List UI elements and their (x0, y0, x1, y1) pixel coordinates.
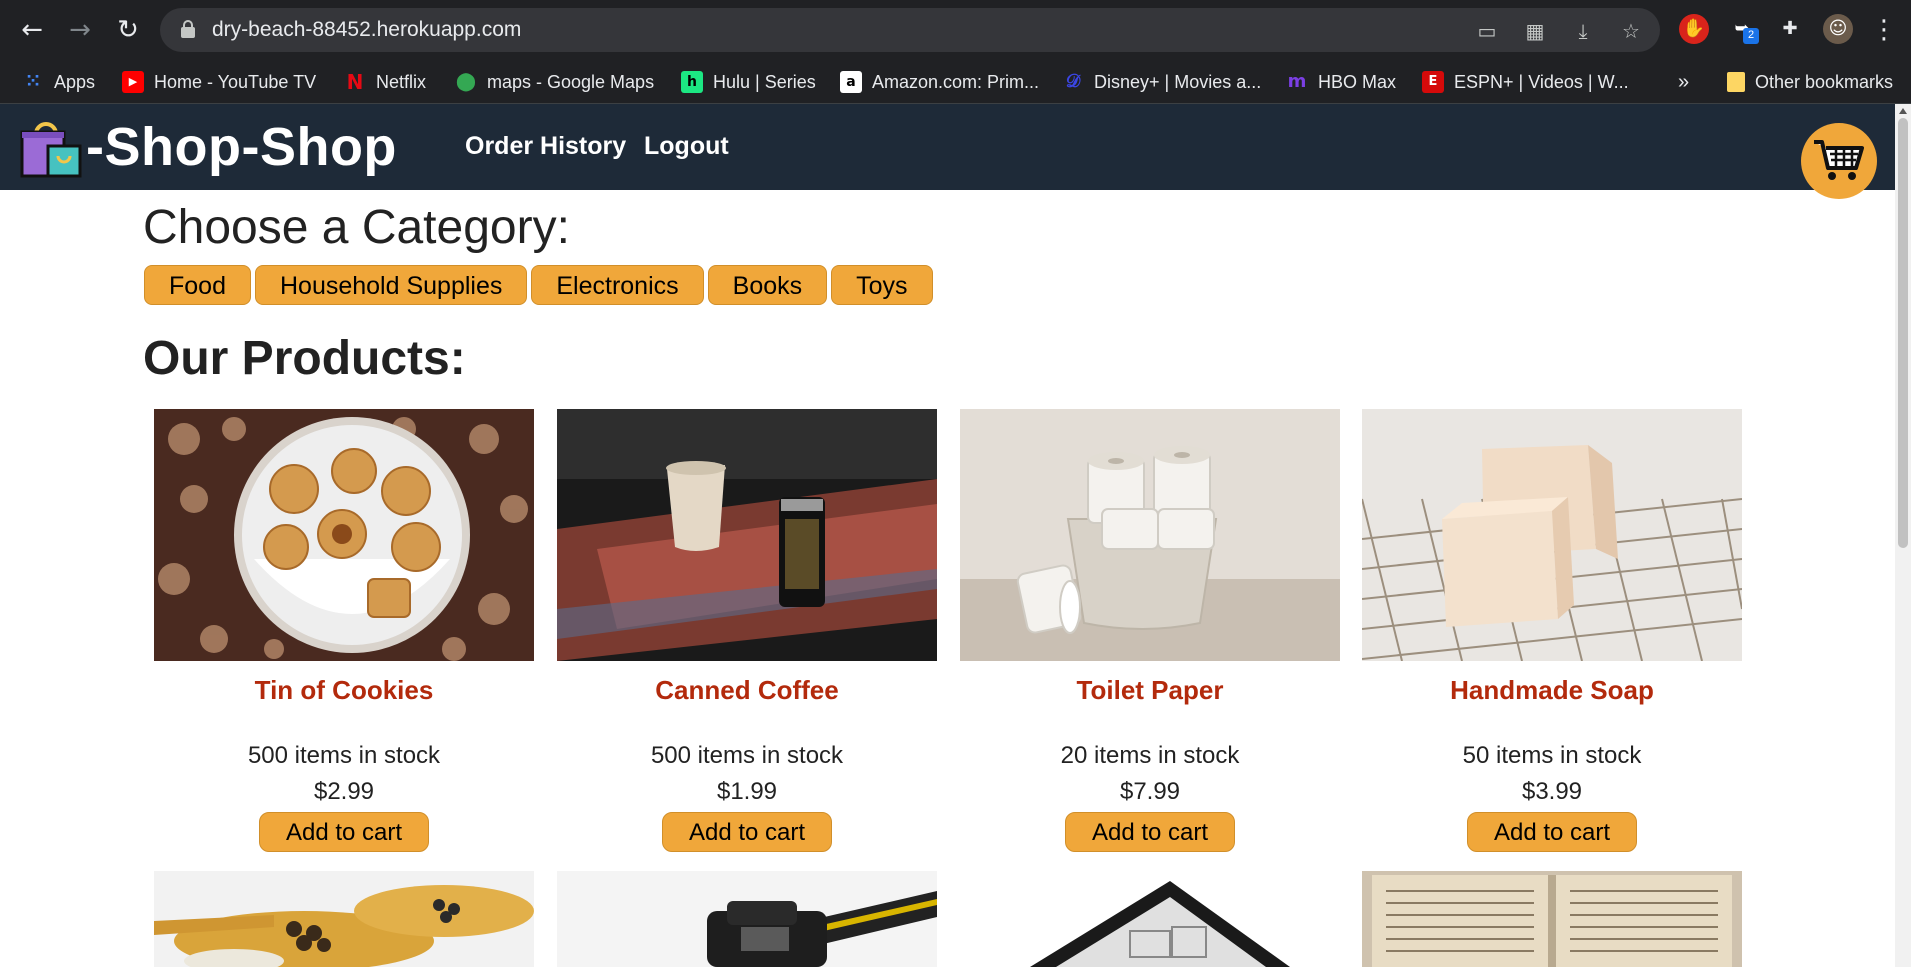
logo-text: -Shop-Shop (86, 117, 397, 177)
folder-icon (1727, 72, 1745, 92)
shopping-bag-icon (20, 122, 82, 178)
product-image-camera[interactable] (557, 871, 937, 967)
product-price: $3.99 (1521, 778, 1583, 805)
bookmark-label: Other bookmarks (1755, 71, 1894, 92)
adblock-extension-icon[interactable]: ✋ (1679, 14, 1709, 44)
product-stock: 500 items in stock (650, 742, 844, 769)
bookmark-espn[interactable]: E ESPN+ | Videos | W... (1422, 60, 1629, 104)
bookmark-label: Hulu | Series (713, 71, 816, 92)
browser-toolbar: ← → ↻ dry-beach-88452.herokuapp.com ▭ ▦ … (0, 0, 1911, 60)
bookmark-label: maps - Google Maps (487, 71, 655, 92)
product-image-coffee[interactable] (557, 409, 937, 661)
app-header: -Shop-Shop Order History Logout (0, 104, 1895, 190)
product-card: Handmade Soap 50 items in stock $3.99 Ad… (1362, 409, 1742, 852)
product-card: Toilet Paper 20 items in stock $7.99 Add… (960, 409, 1340, 852)
forward-icon[interactable]: → (64, 14, 96, 46)
add-to-cart-button[interactable]: Add to cart (661, 812, 833, 852)
cast-icon[interactable]: ▭ (1476, 20, 1498, 42)
bookmark-label: Netflix (376, 71, 427, 92)
products-heading: Our Products: (143, 332, 466, 385)
bookmark-label: Apps (54, 71, 96, 92)
bookmark-hulu[interactable]: h Hulu | Series (681, 60, 816, 104)
hulu-icon: h (681, 71, 703, 93)
bookmark-disney[interactable]: 𝒟 Disney+ | Movies a... (1062, 60, 1261, 104)
product-price: $1.99 (716, 778, 778, 805)
amazon-icon: a (840, 71, 862, 93)
qr-icon[interactable]: ▦ (1524, 20, 1546, 42)
maps-pin-icon: ⬤ (455, 71, 477, 92)
lock-icon (181, 20, 195, 38)
share-extension-icon[interactable]: ➥ 2 (1727, 14, 1759, 44)
add-to-cart-button[interactable]: Add to cart (258, 812, 430, 852)
product-price: $7.99 (1119, 778, 1181, 805)
bookmark-netflix[interactable]: N Netflix (344, 60, 426, 104)
product-name[interactable]: Tin of Cookies (154, 675, 534, 706)
product-image-cookies[interactable] (154, 409, 534, 661)
bookmark-label: HBO Max (1318, 71, 1397, 92)
category-electronics-button[interactable]: Electronics (531, 265, 704, 305)
scrollbar-thumb[interactable] (1898, 118, 1908, 548)
product-stock: 500 items in stock (247, 742, 441, 769)
bookmark-label: Disney+ | Movies a... (1094, 71, 1262, 92)
product-image-toilet-paper[interactable] (960, 409, 1340, 661)
add-to-cart-button[interactable]: Add to cart (1064, 812, 1236, 852)
bookmark-hbo-max[interactable]: m HBO Max (1286, 60, 1396, 104)
reload-icon[interactable]: ↻ (112, 14, 144, 46)
category-food-button[interactable]: Food (144, 265, 251, 305)
product-name[interactable]: Toilet Paper (960, 675, 1340, 706)
scroll-up-arrow-icon[interactable] (1899, 108, 1907, 114)
bookmarks-overflow-button[interactable]: » (1678, 60, 1689, 104)
menu-dots-icon[interactable]: ⋮ (1871, 14, 1897, 46)
cart-icon (1814, 140, 1864, 180)
youtube-icon: ▶ (122, 71, 144, 93)
apps-grid-icon: ⁙ (25, 71, 41, 92)
extensions-puzzle-icon[interactable]: ✚ (1775, 14, 1805, 44)
bookmark-youtube-tv[interactable]: ▶ Home - YouTube TV (122, 60, 316, 104)
back-icon[interactable]: ← (16, 14, 48, 46)
category-household-supplies-button[interactable]: Household Supplies (254, 265, 528, 305)
product-image-soap[interactable] (1362, 409, 1742, 661)
product-price: $2.99 (313, 778, 375, 805)
nav-logout[interactable]: Logout (644, 132, 729, 161)
bookmark-label: Amazon.com: Prim... (872, 71, 1040, 92)
bookmark-google-maps[interactable]: ⬤ maps - Google Maps (455, 60, 654, 104)
netflix-icon: N (346, 70, 364, 94)
category-books-button[interactable]: Books (707, 265, 828, 305)
bookmark-label: ESPN+ | Videos | W... (1454, 71, 1629, 92)
product-card: Canned Coffee 500 items in stock $1.99 A… (557, 409, 937, 852)
hbo-icon: m (1287, 71, 1307, 92)
product-card: Tin of Cookies 500 items in stock $2.99 … (154, 409, 534, 852)
site-logo[interactable]: -Shop-Shop (18, 116, 397, 178)
bookmarks-bar: ⁙ Apps ▶ Home - YouTube TV N Netflix ⬤ m… (0, 60, 1911, 104)
nav-order-history[interactable]: Order History (465, 132, 626, 161)
product-image-tablet[interactable] (960, 871, 1340, 967)
bookmark-star-icon[interactable]: ☆ (1620, 20, 1642, 42)
bookmark-label: Home - YouTube TV (154, 71, 317, 92)
bookmark-other[interactable]: Other bookmarks (1727, 60, 1893, 104)
product-image-spices[interactable] (154, 871, 534, 967)
add-to-cart-button[interactable]: Add to cart (1466, 812, 1638, 852)
address-bar[interactable]: dry-beach-88452.herokuapp.com ▭ ▦ ⤓ ☆ (160, 8, 1660, 52)
url-text: dry-beach-88452.herokuapp.com (212, 18, 522, 41)
product-name[interactable]: Handmade Soap (1362, 675, 1742, 706)
disney-icon: 𝒟 (1065, 71, 1081, 92)
page-scrollbar[interactable] (1895, 104, 1911, 967)
product-stock: 20 items in stock (1060, 742, 1240, 769)
profile-avatar[interactable]: ☺ (1823, 14, 1853, 44)
category-heading: Choose a Category: (143, 201, 570, 254)
product-image-book[interactable] (1362, 871, 1742, 967)
bookmark-amazon[interactable]: a Amazon.com: Prim... (840, 60, 1039, 104)
install-icon[interactable]: ⤓ (1572, 20, 1594, 42)
extension-badge: 2 (1743, 28, 1759, 44)
category-toys-button[interactable]: Toys (831, 265, 933, 305)
cart-button[interactable] (1801, 123, 1877, 199)
product-stock: 50 items in stock (1462, 742, 1642, 769)
espn-icon: E (1422, 71, 1444, 93)
product-name[interactable]: Canned Coffee (557, 675, 937, 706)
bookmark-apps[interactable]: ⁙ Apps (22, 60, 95, 104)
category-list: Food Household Supplies Electronics Book… (144, 265, 933, 305)
